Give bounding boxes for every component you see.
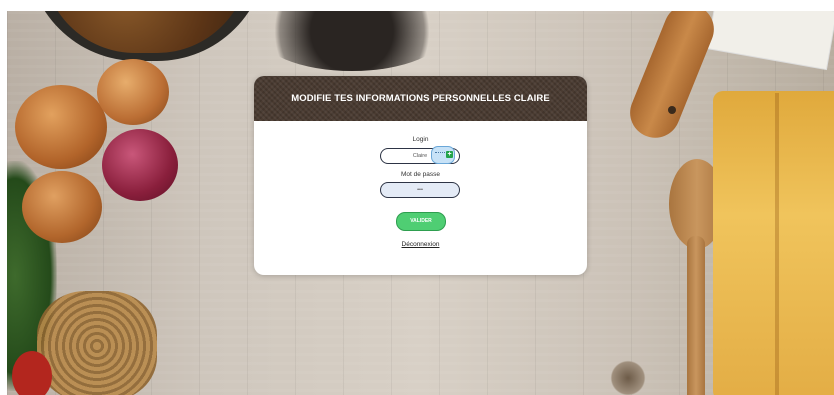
logout-link[interactable]: Déconnexion: [254, 241, 587, 248]
profile-edit-modal: MODIFIE TES INFORMATIONS PERSONNELLES CL…: [254, 76, 587, 275]
autofill-dots-icon: [435, 152, 445, 156]
onion-decoration: [97, 59, 169, 125]
login-input-value: Claire: [412, 153, 428, 159]
bread-decoration: [713, 91, 834, 395]
peppercorn-decoration: [257, 11, 447, 71]
modal-header: MODIFIE TES INFORMATIONS PERSONNELLES CL…: [254, 76, 587, 121]
wooden-spoon-handle-decoration: [687, 236, 705, 395]
onion-decoration: [22, 171, 102, 243]
onion-decoration: [15, 85, 107, 169]
modal-title: MODIFIE TES INFORMATIONS PERSONNELLES CL…: [291, 93, 550, 104]
spatula-hole-decoration: [668, 106, 676, 114]
password-manager-autofill-icon[interactable]: +: [431, 146, 455, 164]
password-input[interactable]: •••: [380, 182, 460, 198]
wooden-spatula-decoration: [622, 11, 722, 146]
login-label: Login: [412, 136, 429, 143]
validate-button[interactable]: VALIDER: [396, 212, 446, 231]
wood-knot-decoration: [607, 358, 649, 395]
password-input-value: •••: [417, 187, 423, 193]
tomato-decoration: [12, 351, 52, 395]
bread-crease-decoration: [775, 93, 779, 395]
book-decoration: [707, 11, 834, 69]
red-onion-decoration: [102, 129, 178, 201]
pasta-decoration: [37, 291, 157, 395]
autofill-plus-icon: +: [446, 151, 453, 158]
password-label: Mot de passe: [400, 171, 441, 178]
